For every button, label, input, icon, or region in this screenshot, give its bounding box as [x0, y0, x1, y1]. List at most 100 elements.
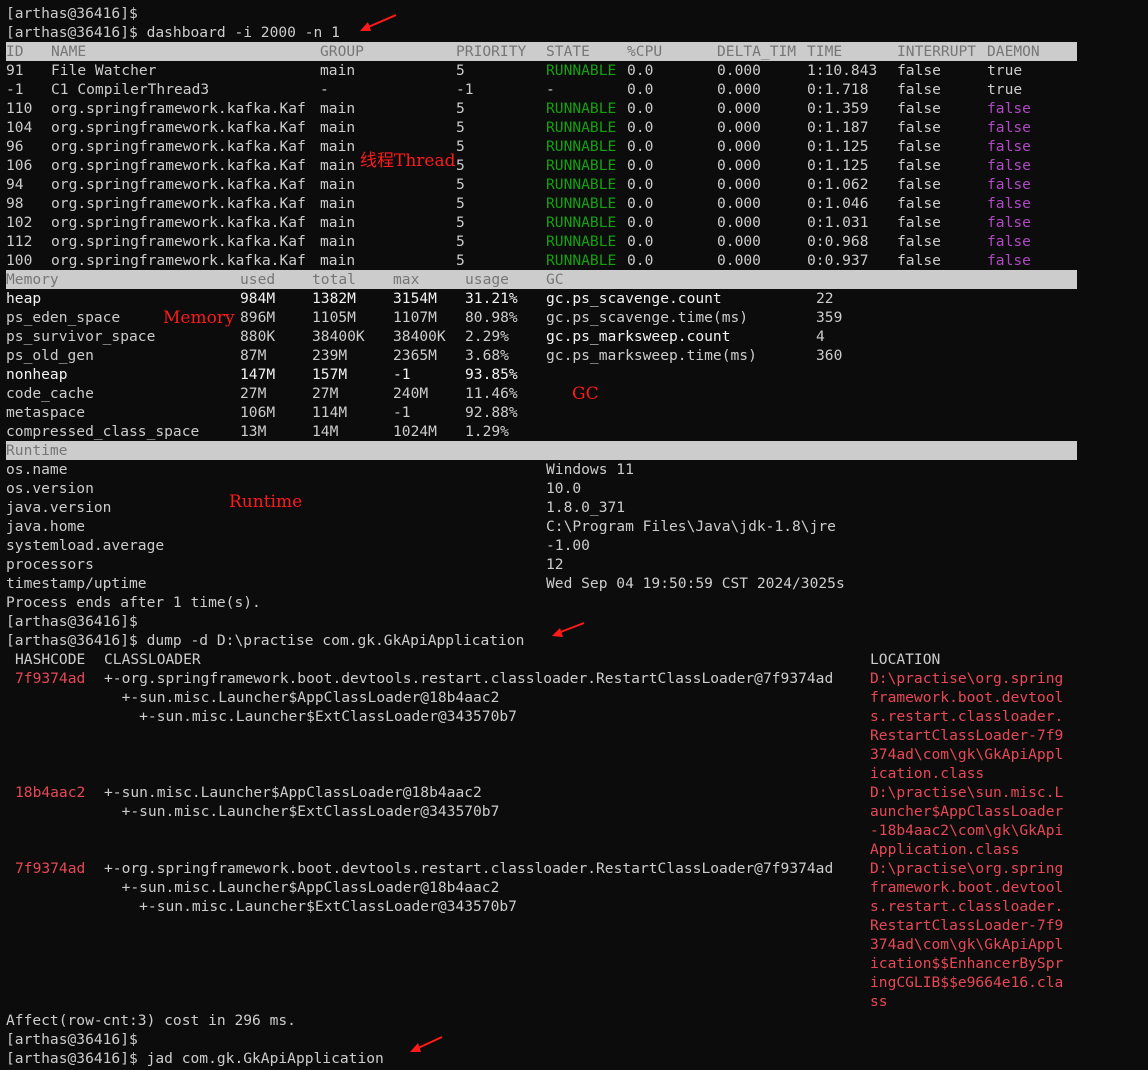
thread-cell: RUNNABLE — [546, 176, 617, 193]
memory-cell: 1.29% — [465, 423, 509, 440]
thread-annotation: 线程Thread — [360, 151, 456, 171]
thread-cell: false — [987, 195, 1031, 212]
memory-cell: 3154M — [393, 290, 437, 307]
memory-cell: 3.68% — [465, 347, 509, 364]
thread-cell: 0:1.359 — [807, 100, 869, 117]
thread-cell: 96 — [6, 138, 24, 155]
memory-column-header: usage — [465, 271, 509, 288]
thread-cell: false — [897, 81, 941, 98]
thread-cell: main — [320, 233, 356, 250]
thread-cell: File Watcher — [51, 62, 157, 79]
runtime-row: java.home C:\Program Files\Java\jdk-1.8\j… — [6, 517, 1106, 536]
runtime-key: os.name — [6, 461, 68, 478]
thread-cell: 94 — [6, 176, 24, 193]
memory-cell: 27M — [312, 385, 339, 402]
thread-cell: org.springframework.kafka.Kaf — [51, 195, 306, 212]
thread-cell: RUNNABLE — [546, 214, 617, 231]
thread-cell: false — [987, 176, 1031, 193]
thread-row: 102 org.springframework.kafka.Kaf main 5 RUN… — [6, 213, 1106, 232]
memory-cell: 27M — [240, 385, 267, 402]
gc-annotation: GC — [572, 384, 599, 404]
thread-cell: 104 — [6, 119, 33, 136]
memory-cell: ps_eden_space — [6, 309, 121, 326]
thread-cell: 0:1.125 — [807, 138, 869, 155]
dump-location-line: framework.boot.devtool — [870, 879, 1064, 896]
prompt-line: [arthas@36416]$ — [6, 613, 138, 630]
gc-metric-value: 22 — [816, 290, 834, 307]
classloader-line: +-sun.misc.Launcher$ExtClassLoader@34357… — [104, 803, 500, 820]
thread-cell: 0.000 — [717, 81, 761, 98]
thread-cell: 0.000 — [717, 214, 761, 231]
thread-row: 96 org.springframework.kafka.Kaf main 5 RUNN… — [6, 137, 1106, 156]
dump-location-line: ication$$EnhancerBySpr — [870, 955, 1064, 972]
thread-cell: RUNNABLE — [546, 233, 617, 250]
dump-location-line: auncher$AppClassLoader — [870, 803, 1064, 820]
thread-column-header: DAEMON — [987, 43, 1040, 60]
memory-table-header: Memory used total max usage GC — [6, 270, 1077, 289]
memory-cell: 38400K — [312, 328, 365, 345]
thread-cell: main — [320, 157, 356, 174]
thread-cell: 91 — [6, 62, 24, 79]
thread-cell: 0:1.718 — [807, 81, 869, 98]
thread-cell: 0.0 — [627, 62, 654, 79]
dump-location-line: RestartClassLoader-7f9 — [870, 727, 1064, 744]
gc-metric-name: gc.ps_marksweep.count — [546, 328, 731, 345]
thread-cell: false — [987, 138, 1031, 155]
thread-cell: 0.0 — [627, 195, 654, 212]
thread-cell: RUNNABLE — [546, 195, 617, 212]
dump-location-line: ingCGLIB$$e9664e16.cla — [870, 974, 1064, 991]
thread-cell: - — [546, 81, 555, 98]
runtime-row: java.version 1.8.0_371 — [6, 498, 1106, 517]
memory-cell: compressed_class_space — [6, 423, 200, 440]
memory-cell: 147M — [240, 366, 276, 383]
runtime-value: 1.8.0_371 — [546, 499, 626, 516]
process-end-text: Process ends after 1 time(s). — [6, 594, 261, 611]
thread-cell: 102 — [6, 214, 33, 231]
thread-cell: false — [987, 214, 1031, 231]
gc-metric-name: gc.ps_scavenge.time(ms) — [546, 309, 749, 326]
classloader-line: +-sun.misc.Launcher$ExtClassLoader@34357… — [104, 898, 517, 915]
runtime-key: processors — [6, 556, 94, 573]
thread-cell: 0.0 — [627, 214, 654, 231]
runtime-row: os.version 10.0 — [6, 479, 1106, 498]
memory-cell: 87M — [240, 347, 267, 364]
thread-cell: 0:0.937 — [807, 252, 869, 269]
jad-command-line[interactable]: [arthas@36416]$ jad com.gk.GkApiApplicat… — [6, 1049, 384, 1068]
thread-row: 110 org.springframework.kafka.Kaf main 5 RUN… — [6, 99, 1106, 118]
thread-cell: 112 — [6, 233, 33, 250]
thread-cell: 0.0 — [627, 100, 654, 117]
thread-cell: false — [987, 233, 1031, 250]
thread-cell: false — [897, 252, 941, 269]
dump-hashcode: 18b4aac2 — [15, 784, 86, 801]
runtime-row: timestamp/uptime Wed Sep 04 19:50:59 CST … — [6, 574, 1106, 593]
memory-row: heap 984M 1382M 3154M 31.21% gc.ps_scavenge.c… — [6, 289, 1106, 308]
affect-text: Affect(row-cnt:3) cost in 296 ms. — [6, 1012, 296, 1029]
thread-cell: main — [320, 100, 356, 117]
memory-cell: 92.88% — [465, 404, 518, 421]
thread-cell: 0.0 — [627, 138, 654, 155]
dump-location-line: s.restart.classloader. — [870, 898, 1064, 915]
thread-cell: 5 — [456, 119, 465, 136]
thread-cell: 5 — [456, 157, 465, 174]
thread-cell: 5 — [456, 252, 465, 269]
thread-cell: 0.0 — [627, 233, 654, 250]
thread-cell: false — [987, 157, 1031, 174]
memory-cell: 31.21% — [465, 290, 518, 307]
memory-row: ps_survivor_space 880K 38400K 38400K 2.29% gc… — [6, 327, 1106, 346]
memory-cell: 880K — [240, 328, 276, 345]
memory-cell: heap — [6, 290, 42, 307]
memory-cell: -1 — [393, 404, 411, 421]
thread-cell: 0.000 — [717, 252, 761, 269]
memory-cell: 2.29% — [465, 328, 509, 345]
dump-command-line: [arthas@36416]$ dump -d D:\practise com.… — [6, 632, 525, 649]
runtime-table-header: Runtime — [6, 441, 1077, 460]
thread-cell: RUNNABLE — [546, 119, 617, 136]
thread-cell: C1 CompilerThread3 — [51, 81, 210, 98]
gc-metric-name: gc.ps_marksweep.time(ms) — [546, 347, 757, 364]
thread-cell: 5 — [456, 100, 465, 117]
thread-row: 112 org.springframework.kafka.Kaf main 5 RUN… — [6, 232, 1106, 251]
thread-cell: false — [987, 100, 1031, 117]
thread-cell: 5 — [456, 62, 465, 79]
memory-row: nonheap 147M 157M -1 93.85% — [6, 365, 1106, 384]
thread-cell: 0.0 — [627, 252, 654, 269]
